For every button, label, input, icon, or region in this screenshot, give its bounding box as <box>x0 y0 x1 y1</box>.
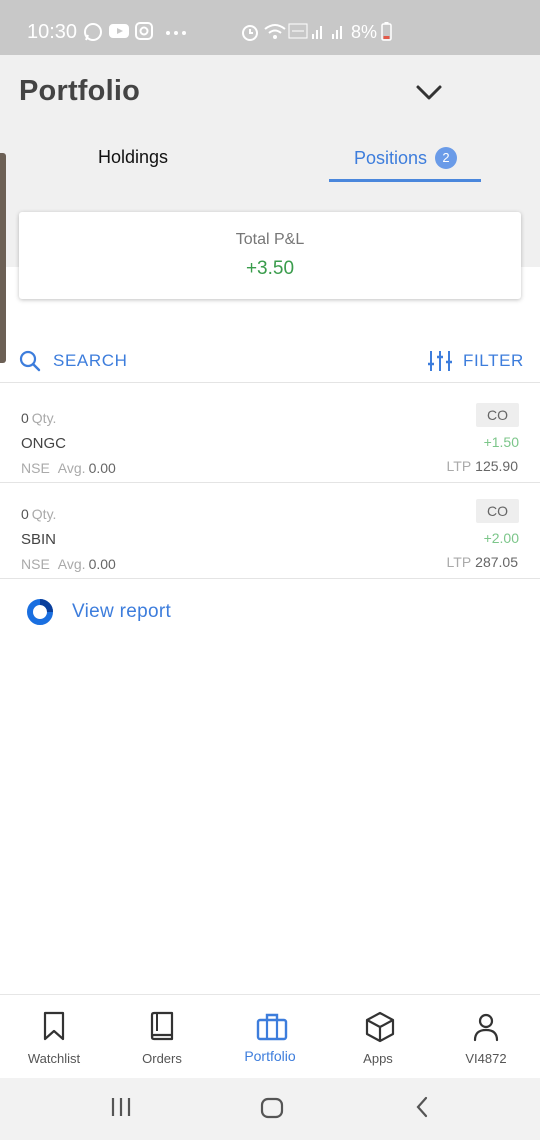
ltp-label: LTP <box>446 554 472 570</box>
view-report-label: View report <box>72 601 172 622</box>
positions-count-badge: 2 <box>435 147 458 169</box>
recent-apps-icon[interactable] <box>110 1096 132 1118</box>
battery-icon <box>381 22 392 41</box>
back-icon[interactable] <box>414 1096 430 1118</box>
system-navigation-bar <box>0 1078 540 1140</box>
cube-icon <box>365 1011 395 1043</box>
whatsapp-icon <box>84 23 102 41</box>
tab-positions-label: Positions <box>354 148 428 168</box>
exchange-label: NSE <box>21 556 50 572</box>
position-qty: 0 Qty. <box>21 506 56 522</box>
nav-watchlist[interactable]: Watchlist <box>0 995 108 1079</box>
position-row[interactable]: 0 Qty. SBIN NSE Avg. 0.00 CO +2.00 LTP 287.0… <box>0 484 540 579</box>
chevron-down-icon[interactable] <box>414 81 444 103</box>
total-pnl-card: Total P&L +3.50 <box>19 212 521 299</box>
report-ring-icon <box>27 599 53 625</box>
bookmark-icon <box>43 1011 65 1041</box>
home-icon[interactable] <box>259 1096 285 1120</box>
active-tab-indicator <box>329 179 481 182</box>
position-ltp: LTP 125.90 <box>447 458 518 474</box>
ltp-value: 125.90 <box>475 458 518 474</box>
view-report-link[interactable]: View report <box>26 598 171 626</box>
exchange-label: NSE <box>21 460 50 476</box>
nav-portfolio-label: Portfolio <box>244 1048 296 1064</box>
position-exchange-avg: NSE Avg. 0.00 <box>21 460 116 476</box>
search-label: SEARCH <box>53 351 128 370</box>
nav-orders-label: Orders <box>142 1051 182 1066</box>
qty-unit: Qty. <box>31 410 57 426</box>
status-time: 10:30 <box>27 21 78 43</box>
alarm-icon <box>242 25 258 41</box>
qty-value: 0 <box>21 410 29 426</box>
avg-value: 0.00 <box>88 556 116 572</box>
qty-unit: Qty. <box>31 506 57 522</box>
tab-holdings-label: Holdings <box>98 147 169 167</box>
avg-label: Avg. <box>57 460 86 476</box>
filter-sliders-icon <box>428 351 452 371</box>
more-icon <box>166 31 186 35</box>
signal-icon <box>312 26 342 39</box>
book-icon <box>150 1011 174 1041</box>
product-type-badge: CO <box>476 499 519 523</box>
position-symbol: SBIN <box>21 531 57 548</box>
nav-account[interactable]: VI4872 <box>432 995 540 1079</box>
position-change: +1.50 <box>483 434 519 450</box>
side-drag-handle[interactable] <box>0 153 6 363</box>
total-pnl-value: +3.50 <box>245 258 295 279</box>
wifi-icon <box>264 24 286 39</box>
position-exchange-avg: NSE Avg. 0.00 <box>21 556 116 572</box>
nav-apps-label: Apps <box>363 1051 393 1066</box>
nav-watchlist-label: Watchlist <box>27 1051 81 1066</box>
tab-holdings[interactable]: Holdings <box>98 147 168 168</box>
product-type-badge: CO <box>476 403 519 427</box>
filter-button[interactable]: FILTER <box>427 350 524 372</box>
battery-level: 8% <box>351 22 378 42</box>
search-button[interactable]: SEARCH <box>19 350 127 372</box>
youtube-icon <box>109 24 129 38</box>
search-filter-bar: SEARCH FILTER <box>0 340 540 383</box>
ltp-value: 287.05 <box>475 554 518 570</box>
page-title: Portfolio <box>19 75 141 107</box>
avg-value: 0.00 <box>88 460 116 476</box>
nav-portfolio[interactable]: Portfolio <box>216 995 324 1079</box>
tab-positions[interactable]: Positions 2 <box>354 147 458 169</box>
user-icon <box>473 1013 499 1042</box>
qty-value: 0 <box>21 506 29 522</box>
instagram-icon <box>135 22 153 40</box>
volte-icon <box>288 23 308 39</box>
position-change: +2.00 <box>483 530 519 546</box>
search-icon <box>19 350 41 372</box>
status-bar: 10:30 8% <box>0 0 540 55</box>
position-ltp: LTP 287.05 <box>447 554 518 570</box>
position-symbol: ONGC <box>21 435 66 452</box>
nav-account-label: VI4872 <box>465 1051 507 1066</box>
nav-orders[interactable]: Orders <box>108 995 216 1079</box>
nav-apps[interactable]: Apps <box>324 995 432 1079</box>
position-qty: 0 Qty. <box>21 410 56 426</box>
ltp-label: LTP <box>446 458 472 474</box>
filter-label: FILTER <box>463 351 524 370</box>
briefcase-icon <box>256 1013 288 1041</box>
total-pnl-label: Total P&L <box>235 231 305 248</box>
position-row[interactable]: 0 Qty. ONGC NSE Avg. 0.00 CO +1.50 LTP 125.9… <box>0 388 540 483</box>
avg-label: Avg. <box>57 556 86 572</box>
bottom-navigation: Watchlist Orders Portfolio Apps VI4872 <box>0 994 540 1078</box>
